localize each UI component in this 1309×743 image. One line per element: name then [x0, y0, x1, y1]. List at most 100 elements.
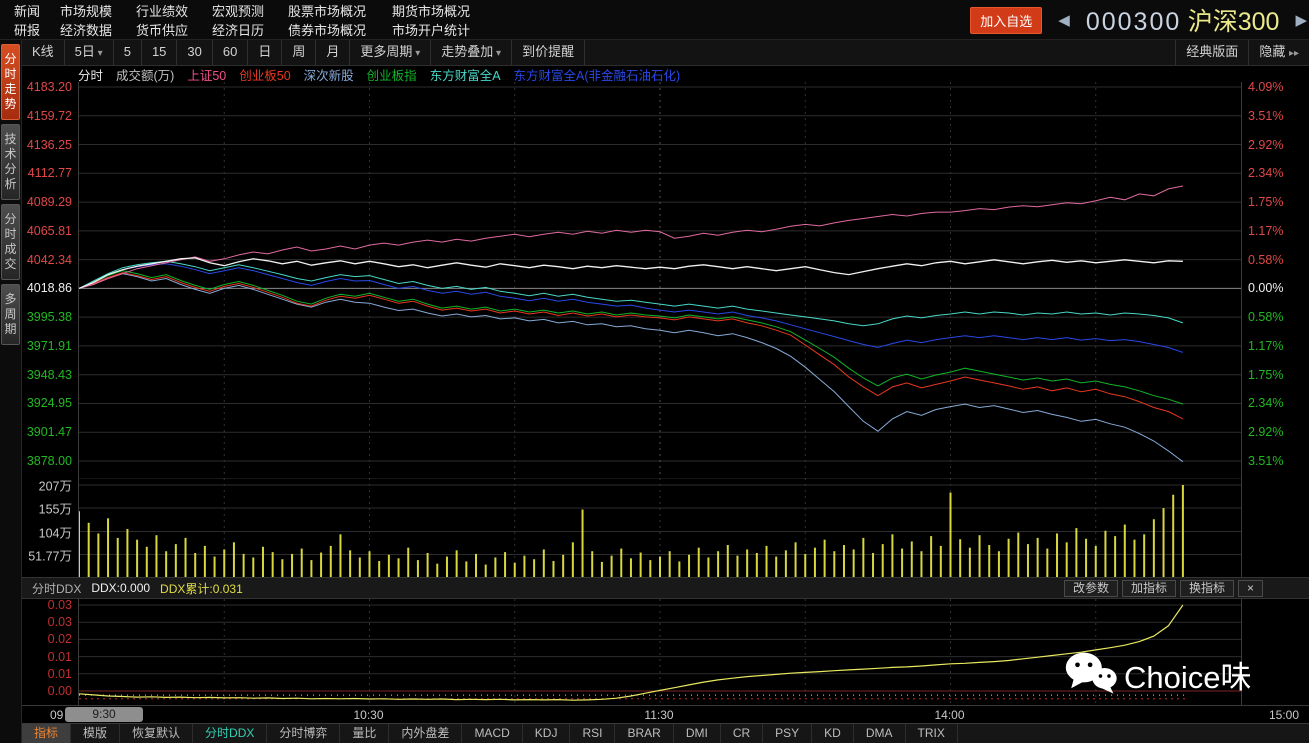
ddx-panel-buttons: 改参数加指标换指标×	[1060, 580, 1263, 597]
legend-item-创业板指[interactable]: 创业板指	[367, 65, 417, 84]
toolbar-item-周[interactable]: 周	[282, 40, 316, 65]
toolbar-item-5日[interactable]: 5日 ▾	[65, 40, 114, 65]
ddx-label-3: 0.01	[48, 650, 72, 664]
tab-模版[interactable]: 模版	[71, 724, 120, 743]
price-right-label-9: 1.17%	[1248, 339, 1283, 353]
price-left-label-8: 3995.38	[27, 310, 72, 324]
menu-item-市场开户统计[interactable]: 市场开户统计	[392, 20, 488, 39]
menu-item-经济日历[interactable]: 经济日历	[212, 20, 278, 39]
toolbar-item-到价提醒[interactable]: 到价提醒	[512, 40, 585, 65]
price-left-label-9: 3971.91	[27, 339, 72, 353]
menu-item-行业绩效[interactable]: 行业绩效	[136, 1, 202, 20]
ddx-label-5: 0.00	[48, 684, 72, 698]
menu-item-货币供应[interactable]: 货币供应	[136, 20, 202, 39]
menu-item-经济数据[interactable]: 经济数据	[60, 20, 126, 39]
legend-item-东方财富全A[interactable]: 东方财富全A	[430, 65, 501, 84]
menu-item-股票市场概况[interactable]: 股票市场概况	[288, 1, 382, 20]
tab-RSI[interactable]: RSI	[570, 724, 615, 743]
hide-panel-label: 隐藏	[1259, 44, 1285, 59]
ddx-button-改参数[interactable]: 改参数	[1064, 580, 1118, 597]
tab-指标[interactable]: 指标	[22, 724, 71, 743]
ddx-close-icon[interactable]: ×	[1238, 580, 1263, 597]
tab-恢复默认[interactable]: 恢复默认	[120, 724, 193, 743]
classic-layout-button[interactable]: 经典版面	[1175, 40, 1248, 66]
time-scrollbar-thumb[interactable]: 9:30	[65, 707, 143, 722]
header-symbol-area: 加入自选 ◀ 000300 沪深300 ▶	[970, 0, 1307, 40]
toolbar-item-K线[interactable]: K线	[22, 40, 65, 65]
tab-CR[interactable]: CR	[721, 724, 763, 743]
legend-item-创业板50[interactable]: 创业板50	[239, 65, 290, 84]
period-toolbar: K线5日 ▾5153060日周月更多周期 ▾走势叠加 ▾到价提醒 经典版面 隐藏…	[22, 40, 1309, 66]
tab-DMI[interactable]: DMI	[674, 724, 721, 743]
price-left-label-0: 4183.20	[27, 80, 72, 94]
toolbar-item-更多周期[interactable]: 更多周期 ▾	[350, 40, 431, 65]
price-axis-right: 4.09%3.51%2.92%2.34%1.75%1.17%0.58%0.00%…	[1246, 82, 1308, 478]
menu-item-宏观预测[interactable]: 宏观预测	[212, 1, 278, 20]
ddx-panel-header: 分时DDX DDX:0.000 DDX累计:0.031 改参数加指标换指标×	[22, 577, 1309, 599]
tab-DMA[interactable]: DMA	[854, 724, 906, 743]
watermark-text: Choice味	[1124, 652, 1252, 697]
next-symbol-icon[interactable]: ▶	[1295, 11, 1307, 29]
tab-TRIX[interactable]: TRIX	[906, 724, 958, 743]
sidebar-item-多周期[interactable]: 多 周 期	[1, 284, 20, 345]
hide-panel-button[interactable]: 隐藏 ▸▸	[1248, 40, 1309, 66]
menu-item-债券市场概况[interactable]: 债券市场概况	[288, 20, 382, 39]
tab-分时DDX[interactable]: 分时DDX	[193, 724, 267, 743]
toolbar-item-15[interactable]: 15	[142, 40, 177, 65]
volume-label-2: 104万	[39, 522, 72, 541]
menu-row-1: 新闻市场规模行业绩效宏观预测股票市场概况期货市场概况	[14, 1, 488, 20]
watermark: Choice味	[1064, 650, 1252, 699]
price-chart-pane[interactable]	[78, 82, 1242, 478]
tab-量比[interactable]: 量比	[340, 724, 389, 743]
legend-item-分时: 分时	[78, 65, 103, 84]
tab-MACD[interactable]: MACD	[462, 724, 522, 743]
ddx-button-加指标[interactable]: 加指标	[1122, 580, 1176, 597]
toolbar-item-月[interactable]: 月	[316, 40, 350, 65]
tab-BRAR[interactable]: BRAR	[615, 724, 673, 743]
price-right-label-5: 1.17%	[1248, 224, 1283, 238]
tab-KD[interactable]: KD	[812, 724, 854, 743]
menu-item-市场规模[interactable]: 市场规模	[60, 1, 126, 20]
legend-item-成交额(万): 成交额(万)	[116, 65, 174, 84]
price-left-label-1: 4159.72	[27, 109, 72, 123]
sidebar-item-分时成交[interactable]: 分 时 成 交	[1, 204, 20, 280]
toolbar-item-走势叠加[interactable]: 走势叠加 ▾	[431, 40, 512, 65]
price-left-label-3: 4112.77	[28, 166, 72, 180]
trading-app-window: 新闻市场规模行业绩效宏观预测股票市场概况期货市场概况研报经济数据货币供应经济日历…	[0, 0, 1309, 743]
toolbar-item-5[interactable]: 5	[114, 40, 142, 65]
ddx-button-换指标[interactable]: 换指标	[1180, 580, 1234, 597]
price-right-label-4: 1.75%	[1248, 195, 1283, 209]
time-label-11:30: 11:30	[644, 708, 673, 722]
price-right-label-1: 3.51%	[1248, 109, 1283, 123]
volume-chart-pane[interactable]	[78, 478, 1242, 577]
sidebar-item-分时走势[interactable]: 分 时 走 势	[1, 44, 20, 120]
tab-KDJ[interactable]: KDJ	[523, 724, 571, 743]
tab-PSY[interactable]: PSY	[763, 724, 812, 743]
add-to-watchlist-button[interactable]: 加入自选	[970, 7, 1042, 34]
price-right-label-11: 2.34%	[1248, 396, 1283, 410]
symbol-code: 000300	[1086, 8, 1181, 36]
legend-item-上证50[interactable]: 上证50	[187, 65, 226, 84]
menu-item-新闻[interactable]: 新闻	[14, 1, 50, 20]
menu-item-研报[interactable]: 研报	[14, 20, 50, 39]
toolbar-item-60[interactable]: 60	[213, 40, 248, 65]
ddx-value: DDX:0.000	[91, 581, 150, 595]
tab-分时博弈[interactable]: 分时博弈	[267, 724, 340, 743]
price-left-label-6: 4042.34	[27, 253, 72, 267]
tab-内外盘差[interactable]: 内外盘差	[389, 724, 462, 743]
sidebar-item-技术分析[interactable]: 技 术 分 析	[1, 124, 20, 200]
toolbar-item-日[interactable]: 日	[248, 40, 282, 65]
price-chart-svg	[79, 82, 1241, 478]
ddx-cumulative-value: DDX累计:0.031	[160, 580, 243, 597]
volume-label-1: 155万	[39, 499, 72, 518]
price-left-label-12: 3901.47	[27, 425, 72, 439]
prev-symbol-icon[interactable]: ◀	[1058, 11, 1070, 29]
price-left-label-13: 3878.00	[27, 454, 72, 468]
price-axis-left: 4183.204159.724136.254112.774089.294065.…	[22, 82, 74, 478]
menu-item-期货市场概况[interactable]: 期货市场概况	[392, 1, 488, 20]
legend-item-东方财富全A(非金融石油石化)[interactable]: 东方财富全A(非金融石油石化)	[514, 65, 681, 84]
toolbar-item-30[interactable]: 30	[177, 40, 212, 65]
legend-item-深次新股[interactable]: 深次新股	[304, 65, 354, 84]
toolbar-right: 经典版面 隐藏 ▸▸	[1175, 40, 1309, 66]
price-left-label-10: 3948.43	[27, 368, 72, 382]
